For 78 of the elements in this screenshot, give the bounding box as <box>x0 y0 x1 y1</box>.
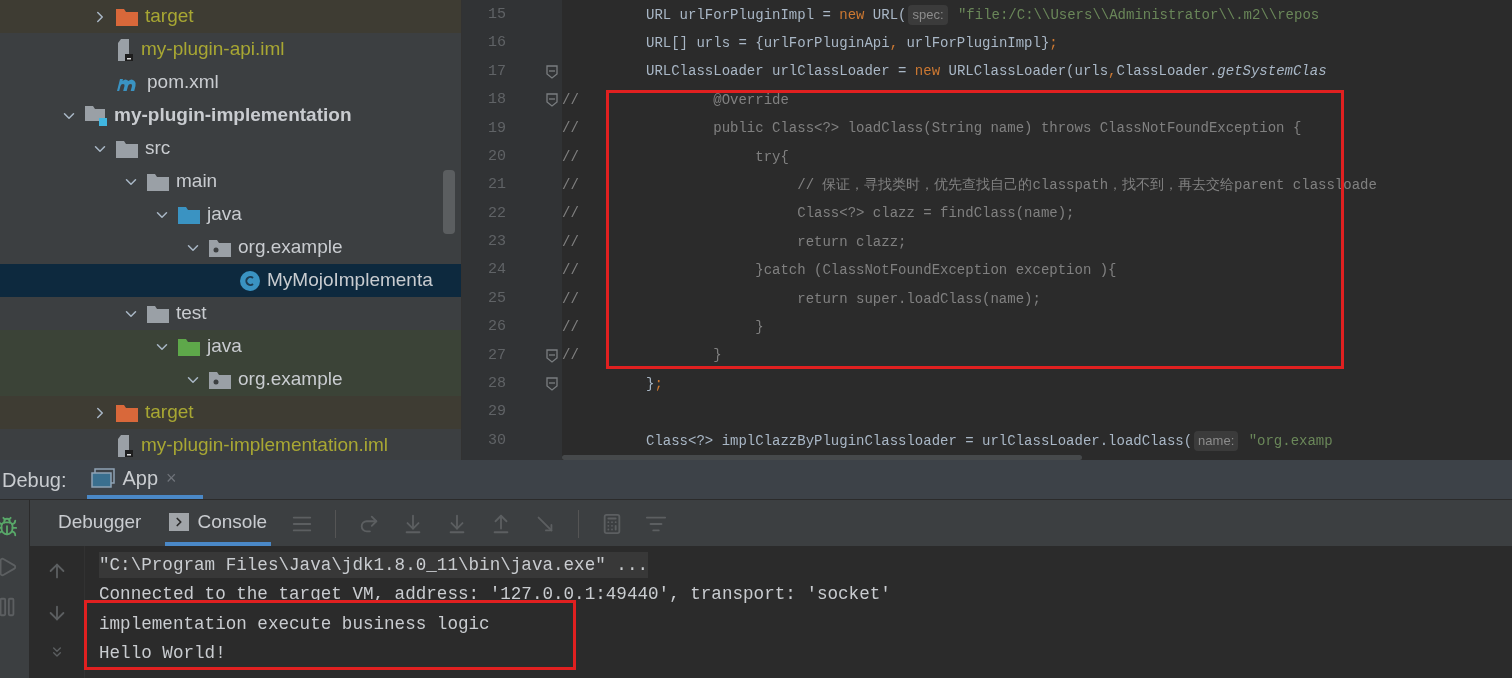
code-text: urlForPluginImpl} <box>905 34 1050 54</box>
console-line: Connected to the target VM, address: '127.0.0.1:49440', transport: 'socket' <box>99 583 891 607</box>
tree-label: org.example <box>238 367 343 392</box>
folder-icon <box>146 303 170 324</box>
code-text: , <box>1108 62 1117 82</box>
fold-marker-icon[interactable] <box>546 64 558 79</box>
console-line: Hello World! <box>99 642 226 666</box>
tree-label: target <box>145 400 194 425</box>
tree-label: my-plugin-implementation <box>114 103 352 128</box>
code-text: } <box>645 374 655 394</box>
scrollbar-thumb[interactable] <box>443 170 455 234</box>
tree-label: test <box>176 301 207 326</box>
code-text: ; <box>654 374 663 394</box>
tree-row[interactable]: target <box>0 396 461 429</box>
folder-icon <box>177 336 201 357</box>
console-icon <box>169 513 190 531</box>
code-text: ClassLoader. <box>1116 62 1218 82</box>
file-icon <box>115 37 135 62</box>
code-text: getSystemClas <box>1217 62 1327 82</box>
code-text: // public Class<?> loadClass(String name) throws ClassNotFoundException { <box>562 119 1302 139</box>
scrollbar-thumb[interactable] <box>562 455 1082 460</box>
tree-label: java <box>207 334 242 359</box>
tree-label: org.example <box>238 235 343 260</box>
tree-row[interactable]: org.example <box>0 363 461 396</box>
tree-label: target <box>145 4 194 29</box>
package-icon <box>208 369 232 390</box>
code-text: // @Override <box>562 90 789 110</box>
tool-window-title: Debug: <box>2 467 67 493</box>
code-text: URL( <box>871 5 907 25</box>
code-text: // } <box>562 318 764 337</box>
parameter-hint: name: <box>1194 431 1239 451</box>
tree-label: pom.xml <box>147 70 219 95</box>
bug-icon[interactable] <box>0 516 18 538</box>
code-text: URLClassLoader(urls <box>947 62 1109 82</box>
tree-row[interactable]: MyMojoImplementa <box>0 264 461 297</box>
tree-label: main <box>176 169 218 194</box>
code-text: , <box>889 34 899 54</box>
fold-marker-icon[interactable] <box>546 93 558 108</box>
code-text: new <box>914 62 941 82</box>
code-text: Class<?> implClazzByPluginClassloader = urlClassLoader.loadClass( <box>645 431 1193 451</box>
package-icon <box>208 237 232 258</box>
tree-row[interactable]: target <box>0 0 461 33</box>
tree-label: my-plugin-implementation.iml <box>141 433 389 458</box>
tab-label: App <box>122 466 159 491</box>
folder-icon <box>115 138 139 159</box>
file-icon <box>115 433 135 458</box>
tree-label: java <box>207 202 242 227</box>
code-text: URL[] urls = {urlForPluginApi <box>645 34 890 54</box>
parameter-hint: spec: <box>908 5 948 25</box>
code-text: // return super.loadClass(name); <box>562 289 1041 309</box>
fold-marker-icon[interactable] <box>546 377 558 392</box>
folder-icon <box>115 402 139 423</box>
tree-label: src <box>145 136 171 161</box>
tree-row[interactable]: java <box>0 330 461 363</box>
code-text: // return clazz; <box>562 232 907 252</box>
tool-tab[interactable]: Debugger <box>54 502 146 546</box>
code-text: URLClassLoader urlClassLoader = <box>645 62 908 82</box>
code-text: // } <box>562 346 722 366</box>
code-text: ; <box>1049 34 1058 54</box>
class-icon <box>239 269 261 292</box>
tree-label: my-plugin-api.iml <box>141 37 285 62</box>
module-folder-icon <box>84 104 108 127</box>
fold-marker-icon[interactable] <box>546 348 558 363</box>
code-text: // }catch (ClassNotFoundException exception ){ <box>562 261 1117 281</box>
tool-tab[interactable]: Console <box>165 502 272 546</box>
code-text: "org.examp <box>1247 431 1333 451</box>
folder-icon <box>177 204 201 225</box>
code-text: new <box>839 5 865 25</box>
window-icon <box>90 468 115 488</box>
code-text: "file:/C:\\Users\\Administrator\\.m2\\repos <box>956 5 1320 25</box>
resume-icon[interactable] <box>0 556 18 578</box>
code-text: // Class<?> clazz = findClass(name); <box>562 204 1075 224</box>
folder-icon <box>115 6 139 27</box>
code-text: // try{ <box>562 147 789 167</box>
folder-icon <box>146 171 170 192</box>
code-text: URL urlForPluginImpl = <box>645 5 832 25</box>
console-line: implementation execute business logic <box>99 612 490 636</box>
tree-label: MyMojoImplementa <box>267 268 433 293</box>
